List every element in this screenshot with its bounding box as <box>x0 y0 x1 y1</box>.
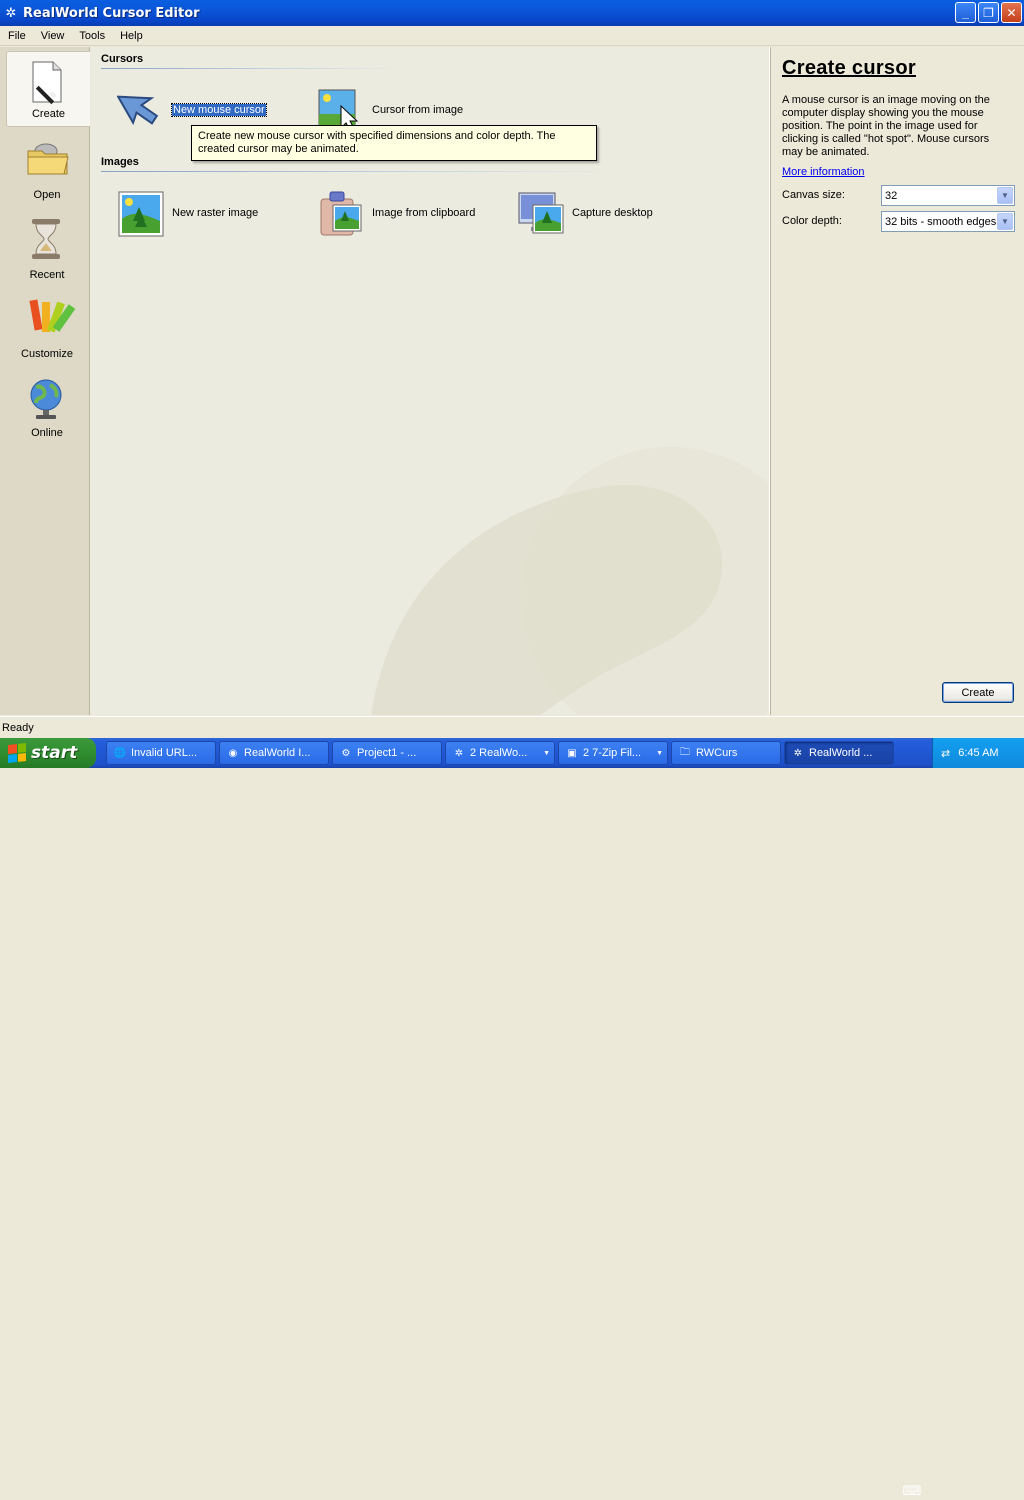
app-icon[interactable]: ✲ <box>3 5 19 21</box>
nav-customize[interactable]: Customize <box>6 290 88 366</box>
cursors-divider <box>101 68 401 69</box>
raster-image-icon <box>118 191 164 237</box>
tooltip: Create new mouse cursor with specified d… <box>191 125 597 161</box>
task-7zip-group[interactable]: ▣ 2 7-Zip Fil... ▼ <box>558 741 668 765</box>
status-text: Ready <box>2 721 34 734</box>
start-label: start <box>31 743 78 763</box>
color-depth-label: Color depth: <box>782 215 842 227</box>
canvas-size-value: 32 <box>885 189 898 202</box>
7zip-icon: ▣ <box>567 747 577 759</box>
right-panel: Create cursor A mouse cursor is an image… <box>769 47 1024 715</box>
color-depth-value: 32 bits - smooth edges <box>885 215 997 228</box>
more-information-link[interactable]: More information <box>782 166 865 178</box>
task-label: Project1 - ... <box>357 747 417 759</box>
task-realworld-active[interactable]: ✲ RealWorld ... <box>784 741 894 765</box>
canvas-size-label: Canvas size: <box>782 189 845 201</box>
task-label: Invalid URL... <box>131 747 198 759</box>
cursor-arrow-icon <box>116 95 159 126</box>
image-from-clipboard-tile[interactable]: Image from clipboard <box>317 189 475 237</box>
task-realworld-group[interactable]: ✲ 2 RealWo... ▼ <box>445 741 555 765</box>
panel-title: Create cursor <box>782 57 916 79</box>
chrome-icon: ◉ <box>228 747 238 759</box>
nav-label: Create <box>31 108 66 120</box>
color-depth-select[interactable]: 32 bits - smooth edges ▼ <box>881 211 1015 232</box>
globe-icon <box>30 379 62 419</box>
realworld-icon: ✲ <box>793 747 803 759</box>
nav-open[interactable]: Open <box>6 131 88 207</box>
cursors-header: Cursors <box>101 53 144 65</box>
nav-online[interactable]: Online <box>6 369 88 445</box>
capture-desktop-tile[interactable]: Capture desktop <box>517 189 653 237</box>
background-watermark-icon <box>371 447 768 715</box>
panel-description: A mouse cursor is an image moving on the… <box>782 94 990 158</box>
task-label: RWCurs <box>696 747 738 759</box>
task-label: 2 7-Zip Fil... <box>583 747 642 759</box>
menu-help[interactable]: Help <box>112 30 150 42</box>
nav-create[interactable]: Create <box>6 51 90 127</box>
menu-file[interactable]: File <box>0 30 33 42</box>
minimize-button[interactable]: _ <box>955 2 976 23</box>
images-divider <box>101 171 621 172</box>
left-nav: Create Open Recent Customize Online <box>0 47 90 715</box>
chevron-down-icon: ▼ <box>656 749 663 757</box>
open-folder-icon <box>27 143 69 175</box>
new-raster-image-tile[interactable]: New raster image <box>117 189 258 237</box>
pencils-icon <box>29 299 76 333</box>
nav-recent[interactable]: Recent <box>6 211 88 287</box>
task-realworld-chrome[interactable]: ◉ RealWorld I... <box>219 741 329 765</box>
canvas-size-select[interactable]: 32 ▼ <box>881 185 1015 206</box>
main-area: Cursors New mouse cursor Cursor from ima… <box>91 47 768 715</box>
network-icon[interactable]: ⇄ <box>941 747 950 760</box>
title-bar: ✲ RealWorld Cursor Editor _ ❐ ✕ <box>0 0 1024 26</box>
nav-label: Online <box>31 427 63 439</box>
nav-label: Customize <box>21 348 73 360</box>
images-header: Images <box>101 156 139 168</box>
status-bar: Ready <box>0 716 1024 738</box>
task-invalid-url[interactable]: 🌐 Invalid URL... <box>106 741 216 765</box>
folder-icon: 🗀 <box>680 746 690 758</box>
close-button[interactable]: ✕ <box>1001 2 1022 23</box>
menu-view[interactable]: View <box>33 30 72 42</box>
menu-bar: File View Tools Help <box>0 26 1024 46</box>
chevron-down-icon[interactable]: ▼ <box>997 213 1013 230</box>
chevron-down-icon: ▼ <box>543 749 550 757</box>
taskbar: start 🌐 Invalid URL... ◉ RealWorld I... … <box>0 738 1024 1498</box>
chevron-down-icon[interactable]: ▼ <box>997 187 1013 204</box>
clock[interactable]: 6:45 AM <box>958 747 998 759</box>
system-tray: ⇄ 6:45 AM <box>932 738 1024 768</box>
new-mouse-cursor-label: New mouse cursor <box>171 103 267 117</box>
hourglass-icon <box>32 219 60 259</box>
capture-desktop-icon <box>518 192 564 234</box>
task-label: 2 RealWo... <box>470 747 528 759</box>
start-button[interactable]: start <box>0 738 96 768</box>
create-button[interactable]: Create <box>942 682 1014 703</box>
menu-tools[interactable]: Tools <box>71 30 112 42</box>
task-label: RealWorld I... <box>244 747 311 759</box>
task-label: RealWorld ... <box>809 747 873 759</box>
task-rwcurs-folder[interactable]: 🗀 RWCurs <box>671 741 781 765</box>
create-icon <box>32 61 62 105</box>
windows-logo-icon <box>8 743 26 763</box>
task-project1[interactable]: ⚙ Project1 - ... <box>332 741 442 765</box>
clipboard-image-icon <box>320 191 362 236</box>
maximize-button[interactable]: ❐ <box>978 2 999 23</box>
nav-label: Recent <box>29 269 65 281</box>
image-from-clipboard-label: Image from clipboard <box>372 207 476 219</box>
cursor-from-image-label: Cursor from image <box>372 104 464 116</box>
keyboard-icon[interactable]: ⌨ <box>903 1482 922 1500</box>
ie-icon: 🌐 <box>113 747 127 759</box>
capture-desktop-label: Capture desktop <box>572 207 653 219</box>
realworld-icon: ✲ <box>454 747 464 759</box>
window-title: RealWorld Cursor Editor <box>23 5 200 21</box>
nav-label: Open <box>33 189 61 201</box>
new-raster-image-label: New raster image <box>172 207 259 219</box>
project-icon: ⚙ <box>341 747 351 759</box>
